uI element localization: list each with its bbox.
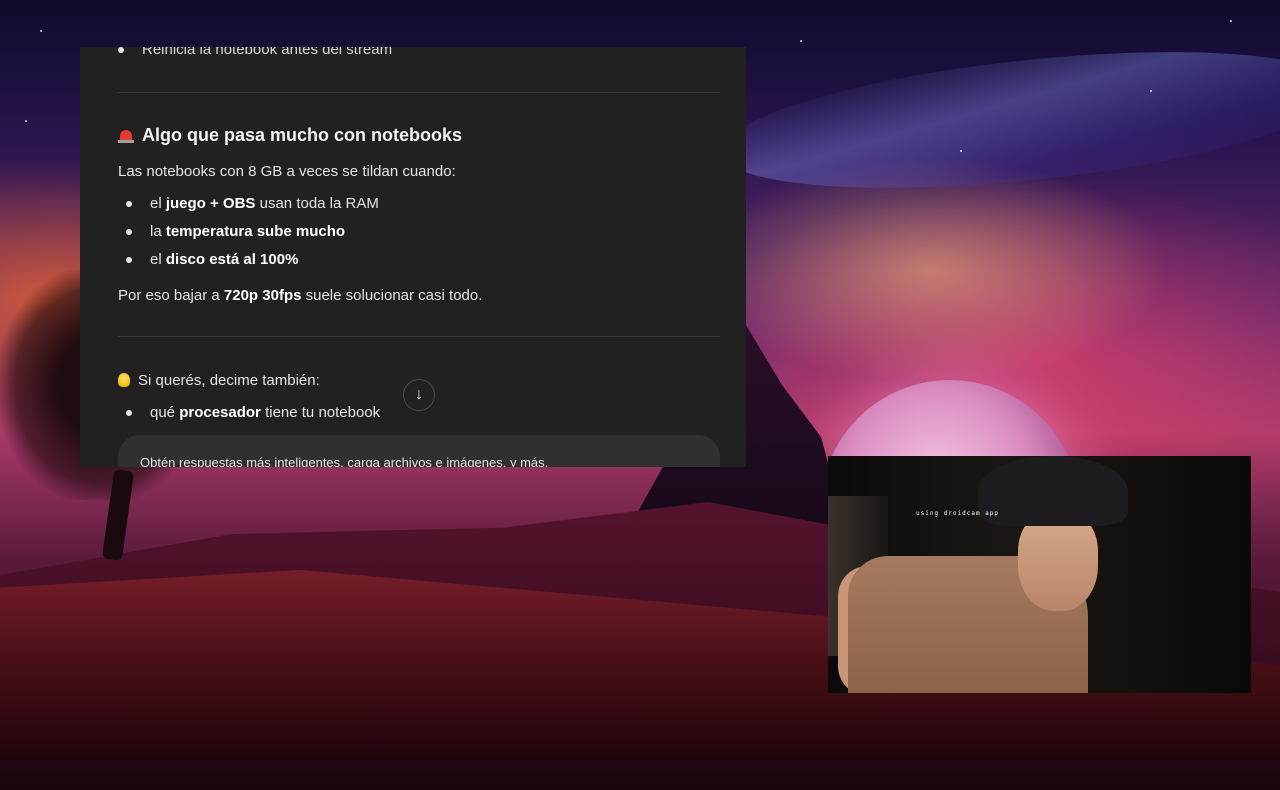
webcam-watermark: using droidcam app bbox=[916, 510, 1000, 517]
composer-upsell-banner[interactable]: Obtén respuestas más inteligentes, carga… bbox=[118, 435, 720, 467]
siren-icon bbox=[118, 130, 134, 143]
divider bbox=[118, 336, 720, 337]
list-item: la temperatura sube mucho bbox=[126, 223, 345, 240]
arrow-down-icon: ↓ bbox=[415, 386, 423, 403]
star bbox=[40, 30, 42, 32]
divider bbox=[118, 92, 720, 93]
webcam-overlay: using droidcam app bbox=[828, 456, 1251, 693]
list-item: Reinicia la notebook antes del stream bbox=[118, 47, 392, 58]
composer-hint: Obtén respuestas más inteligentes, carga… bbox=[140, 455, 549, 467]
section-heading: Algo que pasa mucho con notebooks bbox=[118, 125, 462, 146]
star bbox=[800, 40, 802, 42]
chat-window: Reinicia la notebook antes del stream Al… bbox=[80, 47, 746, 467]
bullet bbox=[126, 201, 132, 208]
scroll-to-bottom-button[interactable]: ↓ bbox=[403, 379, 435, 411]
bullet bbox=[126, 229, 132, 236]
bullet bbox=[126, 257, 132, 264]
bullet bbox=[118, 47, 124, 54]
star bbox=[25, 120, 27, 122]
star bbox=[1230, 20, 1232, 22]
list-item: qué procesador tiene tu notebook bbox=[126, 404, 380, 421]
list-item: el disco está al 100% bbox=[126, 251, 298, 268]
bullet bbox=[126, 410, 132, 417]
lightbulb-icon bbox=[118, 373, 130, 387]
person-face bbox=[1018, 511, 1098, 611]
intro-text: Las notebooks con 8 GB a veces se tildan… bbox=[118, 163, 456, 180]
sky-streak bbox=[715, 27, 1280, 213]
conclusion-text: Por eso bajar a 720p 30fps suele solucio… bbox=[118, 287, 483, 304]
list-item: el juego + OBS usan toda la RAM bbox=[126, 195, 379, 212]
followup-text: Si querés, decime también: bbox=[118, 372, 320, 389]
star bbox=[960, 150, 962, 152]
star bbox=[1150, 90, 1152, 92]
person-cap bbox=[978, 456, 1128, 526]
